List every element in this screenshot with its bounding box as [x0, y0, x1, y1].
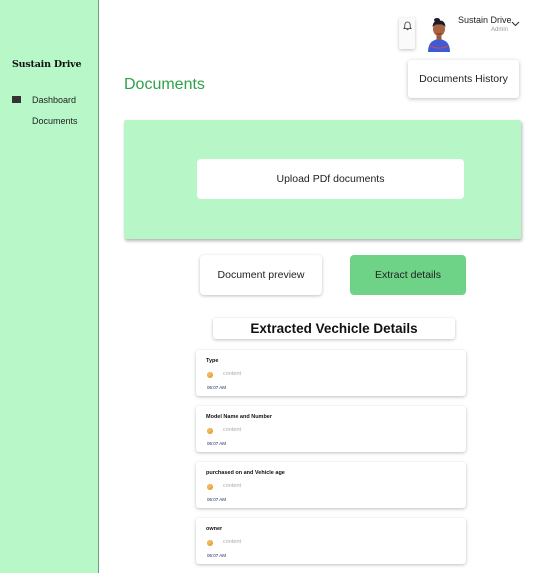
detail-value: content	[223, 539, 242, 545]
avatar[interactable]	[425, 16, 453, 52]
documents-history-button[interactable]: Documents History	[408, 60, 519, 98]
user-role: Admin	[491, 27, 509, 33]
detail-timestamp: 06:07 AM	[207, 385, 227, 390]
sidebar-item-label: Documents	[32, 116, 78, 126]
detail-value: content	[223, 483, 242, 489]
brand-logo-text: Sustain Drive	[12, 59, 82, 70]
detail-timestamp: 06:07 AM	[207, 553, 227, 558]
page-title: Documents	[124, 76, 205, 93]
details-section-title: Extracted Vechicle Details	[213, 318, 455, 339]
bell-icon	[402, 21, 412, 31]
detail-label: Type	[206, 358, 219, 364]
dashboard-grid-icon	[12, 95, 21, 105]
sidebar-item-label: Dashboard	[32, 95, 77, 105]
sidebar: Sustain Drive Dashboard Documents	[0, 0, 99, 573]
extract-details-button[interactable]: Extract details	[350, 255, 466, 295]
upload-panel: Upload PDf documents	[124, 120, 521, 239]
sidebar-item-documents[interactable]: Documents	[12, 116, 78, 126]
detail-card-purchase: purchased on and Vehicle age content 06:…	[196, 462, 466, 508]
detail-card-type: Type content 06:07 AM	[196, 350, 466, 396]
status-dot-icon	[207, 540, 213, 546]
detail-label: owner	[206, 526, 223, 532]
detail-timestamp: 06:07 AM	[207, 497, 227, 502]
detail-value: content	[223, 427, 242, 433]
user-name: Sustain Drive	[458, 15, 512, 25]
upload-pdf-button[interactable]: Upload PDf documents	[197, 159, 464, 199]
notification-bell-button[interactable]	[399, 18, 415, 49]
document-preview-button[interactable]: Document preview	[200, 255, 322, 295]
sidebar-item-dashboard[interactable]: Dashboard	[12, 95, 76, 105]
detail-value: content	[223, 371, 242, 377]
detail-timestamp: 06:07 AM	[207, 441, 227, 446]
status-dot-icon	[207, 372, 213, 378]
detail-label: purchased on and Vehicle age	[206, 470, 285, 476]
detail-card-model: Model Name and Number content 06:07 AM	[196, 406, 466, 452]
detail-card-owner: owner content 06:07 AM	[196, 518, 466, 564]
status-dot-icon	[207, 428, 213, 434]
detail-label: Model Name and Number	[206, 414, 273, 420]
status-dot-icon	[207, 484, 213, 490]
chevron-down-icon[interactable]	[511, 21, 520, 27]
